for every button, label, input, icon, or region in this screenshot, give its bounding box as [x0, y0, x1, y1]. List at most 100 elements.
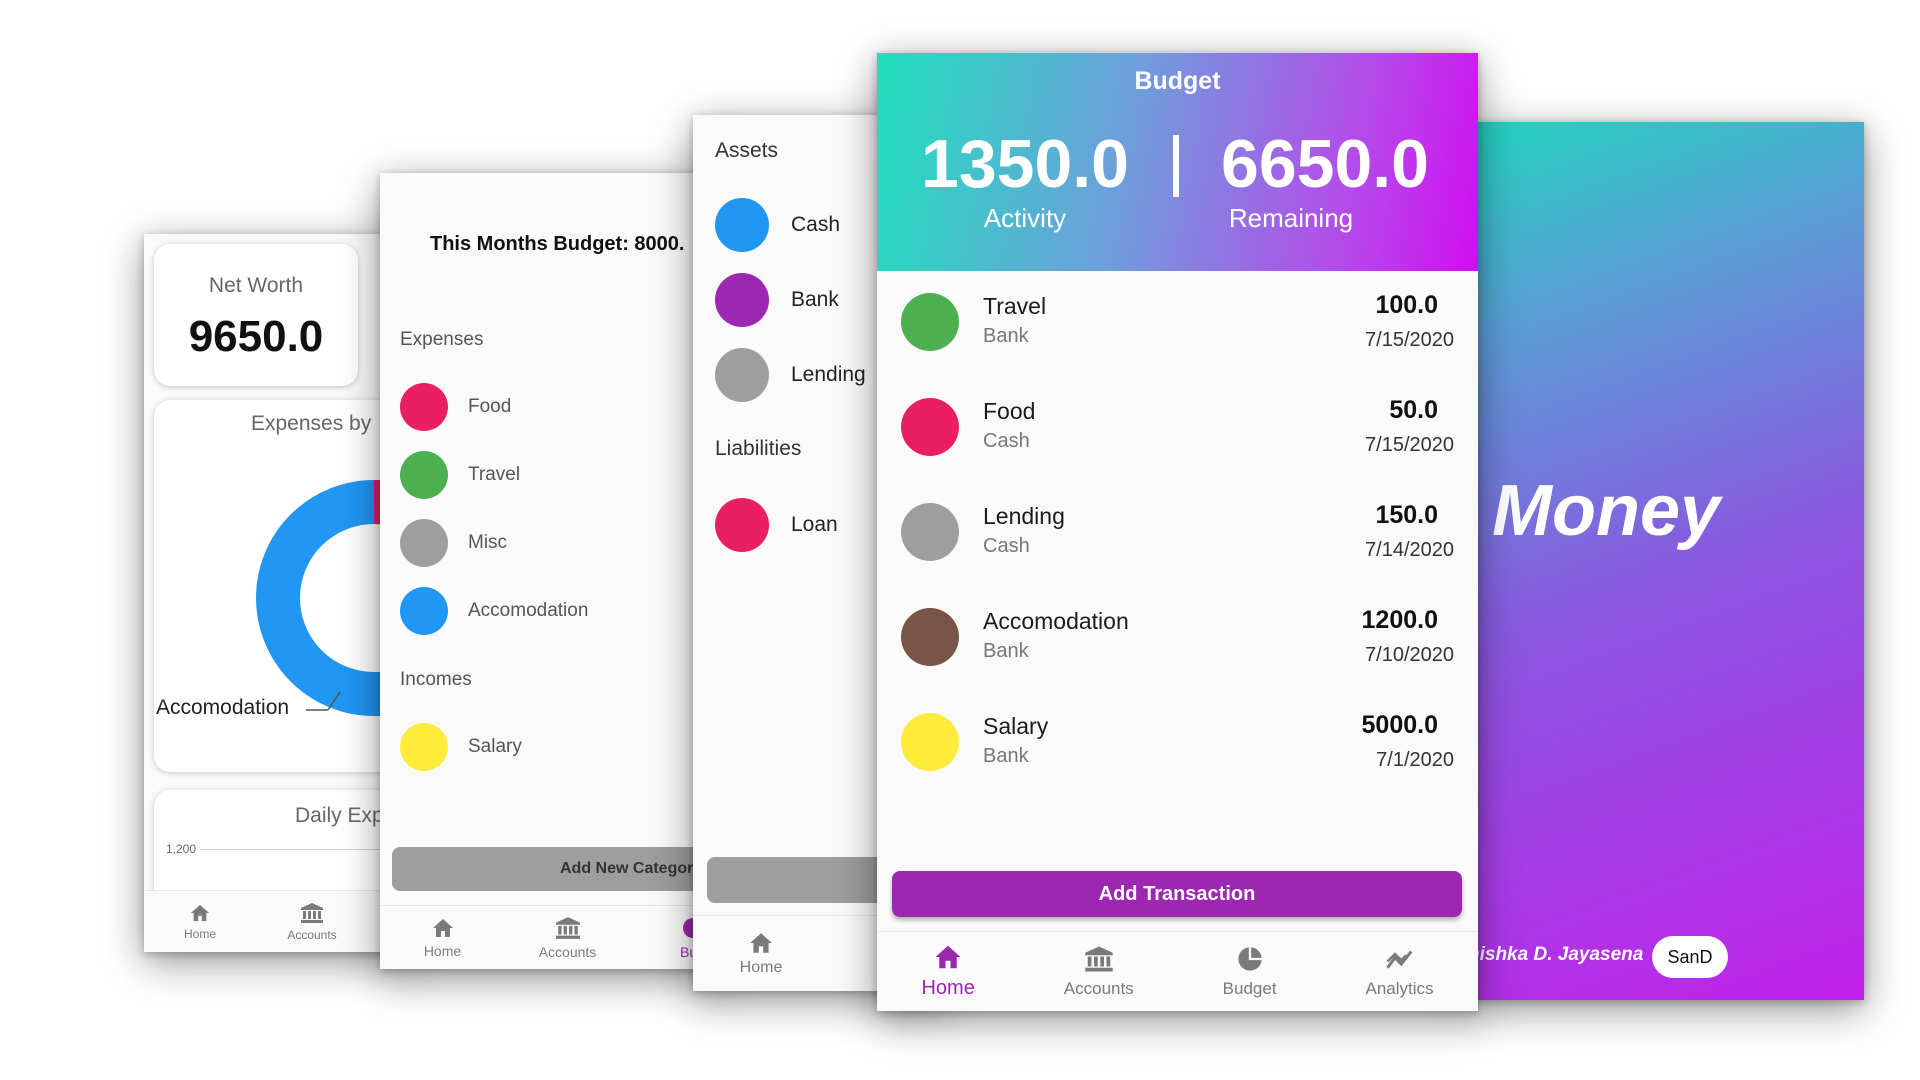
transaction-date: 7/1/2020 — [1376, 749, 1454, 771]
category-name: Travel — [468, 464, 521, 485]
nav-home[interactable]: Home — [380, 906, 505, 969]
budget-screen: Budget 1350.0 6650.0 Activity Remaining … — [877, 53, 1478, 1011]
showcase-stage: Net Worth 9650.0 Expenses by Accomodatio… — [0, 0, 1920, 1080]
bank-icon — [1085, 946, 1113, 971]
add-transaction-button[interactable]: Add Transaction — [892, 871, 1462, 917]
transaction-row[interactable]: Travel Bank 100.0 7/15/2020 — [877, 271, 1478, 375]
transaction-row[interactable]: Lending Cash 150.0 7/14/2020 — [877, 481, 1478, 585]
transaction-account: Cash — [983, 535, 1030, 557]
activity-label: Activity — [983, 203, 1067, 233]
remaining-value: 6650.0 — [1221, 126, 1429, 202]
expenses-chart-title: Expenses by — [251, 412, 372, 435]
transaction-amount: 5000.0 — [1361, 711, 1438, 739]
category-item-salary[interactable]: Salary — [400, 723, 522, 771]
liabilities-header: Liabilities — [715, 437, 802, 460]
category-item-food[interactable]: Food — [400, 383, 511, 431]
pie-chart-icon — [1238, 946, 1262, 971]
category-item-misc[interactable]: Misc — [400, 519, 507, 567]
transaction-account: Bank — [983, 745, 1029, 767]
transaction-color-dot — [901, 503, 959, 561]
remaining-label: Remaining — [1228, 203, 1354, 233]
account-item-lending[interactable]: Lending — [715, 348, 866, 402]
transaction-row[interactable]: Salary Bank 5000.0 7/1/2020 — [877, 691, 1478, 795]
pie-label-accomodation: Accomodation — [156, 696, 290, 719]
nav-label: Analytics — [1365, 978, 1434, 998]
net-worth-card[interactable]: Net Worth 9650.0 — [154, 244, 358, 386]
home-icon — [750, 932, 772, 953]
author-name: nishka D. Jayasena — [1468, 944, 1644, 965]
nav-budget[interactable]: Budget — [1178, 932, 1321, 1011]
account-item-cash[interactable]: Cash — [715, 198, 840, 252]
bottom-navigation: Home Accounts Budget Analytics — [877, 931, 1478, 1011]
transaction-date: 7/14/2020 — [1365, 539, 1454, 561]
transaction-category: Travel — [983, 293, 1047, 319]
category-color-dot — [400, 587, 448, 635]
daily-grid-line — [200, 849, 404, 850]
bank-icon — [301, 902, 323, 923]
net-worth-title: Net Worth — [208, 274, 304, 297]
category-color-dot — [400, 519, 448, 567]
incomes-header: Incomes — [400, 669, 472, 690]
nav-analytics[interactable]: Analytics — [1321, 932, 1478, 1011]
bank-icon — [555, 916, 580, 939]
monthly-budget-title: This Months Budget: 8000. — [430, 233, 685, 255]
transaction-amount: 150.0 — [1375, 501, 1438, 529]
nav-home[interactable]: Home — [877, 932, 1019, 1011]
nav-label: Home — [183, 926, 216, 941]
splash-screen: Money nishka D. Jayasena SanD — [1468, 122, 1864, 1000]
home-icon — [935, 945, 961, 969]
add-category-label: Add New Categor — [560, 860, 694, 877]
analytics-icon — [1385, 950, 1412, 969]
assets-header: Assets — [715, 139, 779, 162]
category-name: Accomodation — [468, 600, 589, 621]
home-screen: Net Worth 9650.0 Expenses by Accomodatio… — [144, 234, 404, 952]
budget-title: Budget — [1134, 67, 1221, 95]
transaction-row[interactable]: Food Cash 50.0 7/15/2020 — [877, 376, 1478, 480]
categories-screen: This Months Budget: 8000. Expenses Food … — [380, 173, 720, 969]
account-color-dot — [715, 348, 769, 402]
expenses-header: Expenses — [400, 329, 484, 350]
bottom-navigation: Home Accounts — [144, 890, 404, 952]
nav-label: Accounts — [287, 927, 337, 942]
account-item-loan[interactable]: Loan — [715, 498, 838, 552]
category-item-accomodation[interactable]: Accomodation — [400, 587, 588, 635]
transaction-color-dot — [901, 293, 959, 351]
nav-home[interactable]: Home — [144, 891, 256, 952]
header-divider — [1173, 135, 1179, 197]
transaction-account: Bank — [983, 325, 1029, 347]
transaction-category: Lending — [983, 503, 1065, 529]
account-color-dot — [715, 198, 769, 252]
nav-accounts[interactable]: Accounts — [256, 891, 368, 952]
author-badge: SanD — [1652, 936, 1728, 978]
transaction-color-dot — [901, 713, 959, 771]
transaction-account: Bank — [983, 640, 1029, 662]
nav-home[interactable]: Home — [693, 916, 829, 991]
account-item-bank[interactable]: Bank — [715, 273, 839, 327]
category-color-dot — [400, 451, 448, 499]
nav-label: Accounts — [1063, 978, 1134, 998]
daily-expenses-title: Daily Exp — [295, 804, 384, 827]
category-color-dot — [400, 723, 448, 771]
category-item-travel[interactable]: Travel — [400, 451, 520, 499]
net-worth-value: 9650.0 — [188, 312, 324, 361]
account-name: Lending — [791, 363, 866, 386]
app-name: Money — [1492, 471, 1721, 551]
category-name: Misc — [468, 532, 508, 553]
transaction-row[interactable]: Accomodation Bank 1200.0 7/10/2020 — [877, 586, 1478, 690]
home-icon — [190, 904, 210, 921]
transaction-amount: 100.0 — [1375, 291, 1438, 319]
transaction-category: Salary — [983, 713, 1049, 739]
add-category-button[interactable]: Add New Categor — [392, 847, 720, 891]
nav-label: Home — [739, 958, 783, 976]
nav-accounts[interactable]: Accounts — [1019, 932, 1178, 1011]
account-color-dot — [715, 498, 769, 552]
account-name: Cash — [791, 213, 841, 236]
account-name: Loan — [791, 513, 838, 536]
nav-label: Home — [423, 942, 462, 959]
transaction-amount: 50.0 — [1389, 396, 1438, 424]
transaction-account: Cash — [983, 430, 1030, 452]
transaction-date: 7/15/2020 — [1365, 434, 1454, 456]
nav-label: Accounts — [538, 943, 597, 960]
nav-accounts[interactable]: Accounts — [505, 906, 630, 969]
nav-label: Budget — [1222, 978, 1277, 998]
